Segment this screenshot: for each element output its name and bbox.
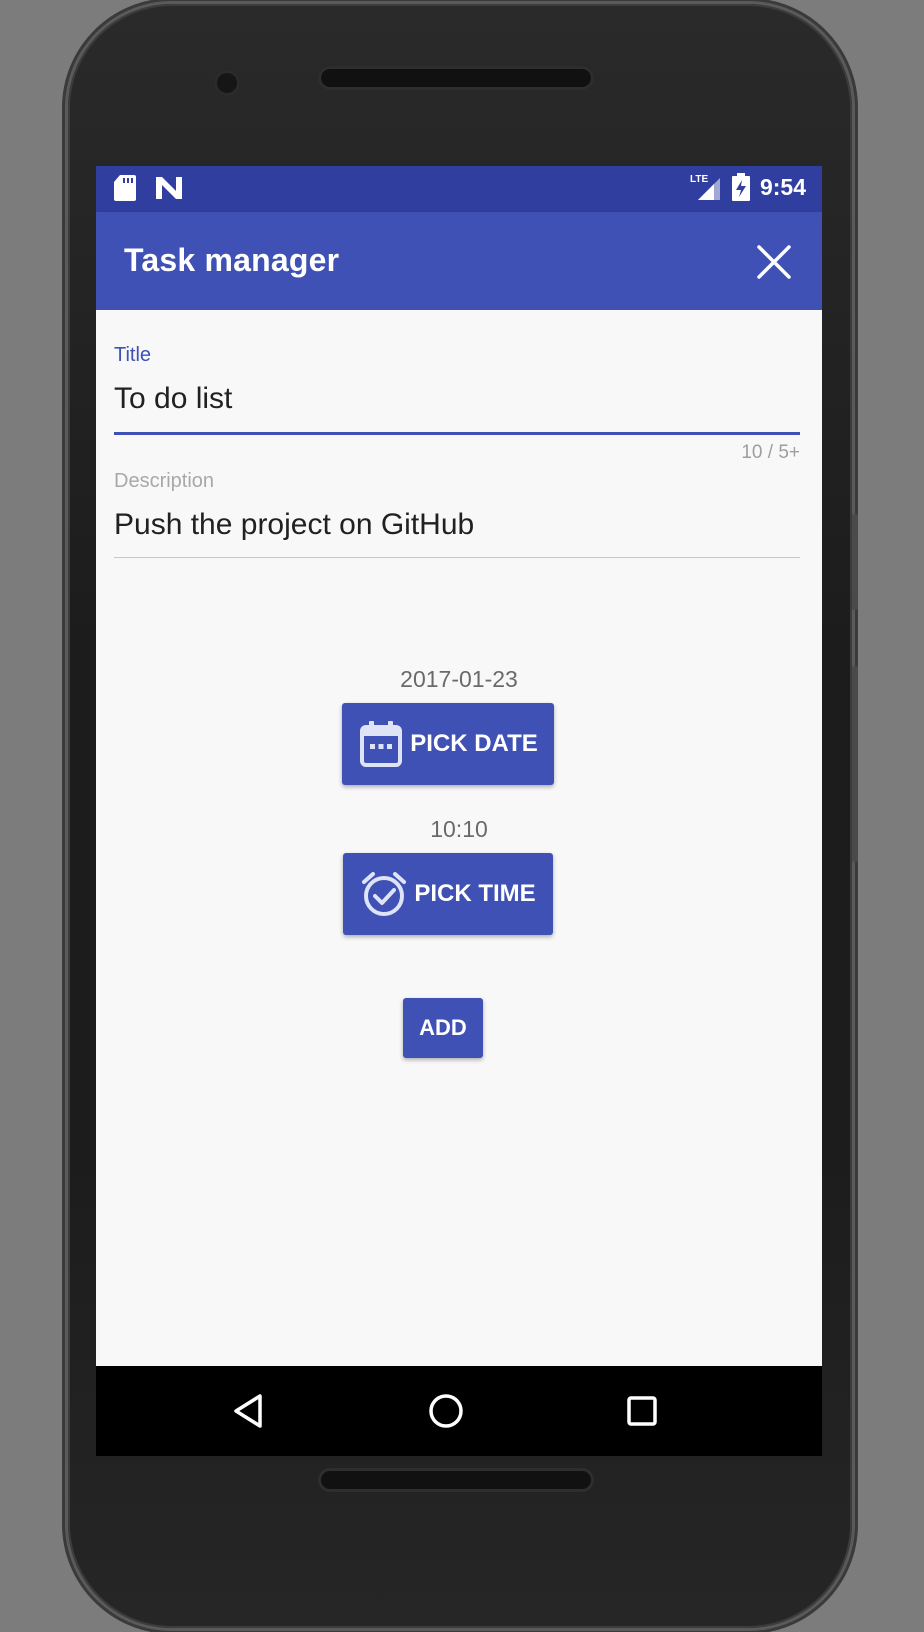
status-clock: 9:54: [759, 173, 806, 200]
phone-frame: LTE 9:54 Task manager Title To do list 1…: [68, 4, 858, 1628]
title-counter: 10 / 5+: [741, 442, 800, 463]
navigation-bar: [96, 1366, 822, 1456]
home-icon[interactable]: [426, 1391, 466, 1431]
selected-time: 10:10: [430, 816, 488, 842]
add-label: ADD: [419, 1015, 467, 1040]
close-button[interactable]: [754, 242, 794, 282]
description-underline: [114, 557, 800, 558]
description-label: Description: [114, 470, 215, 492]
status-bar: LTE 9:54: [96, 166, 822, 212]
battery-charging-icon: [731, 173, 750, 201]
pick-date-label: PICK DATE: [410, 730, 538, 757]
sd-card-icon: [114, 175, 136, 201]
n-icon: [156, 177, 182, 199]
close-icon: [757, 245, 791, 279]
calendar-icon: [360, 721, 403, 767]
svg-text:LTE: LTE: [690, 174, 708, 185]
task-form: Title To do list 10 / 5+ Description Pus…: [96, 310, 822, 1366]
power-button: [852, 666, 858, 862]
app-title: Task manager: [124, 242, 340, 278]
title-label: Title: [114, 344, 152, 366]
title-input[interactable]: To do list: [114, 382, 232, 416]
back-icon[interactable]: [230, 1391, 270, 1431]
front-camera: [214, 70, 240, 96]
recents-icon[interactable]: [622, 1391, 662, 1431]
bottom-speaker: [318, 1468, 594, 1492]
top-speaker: [318, 66, 594, 90]
volume-button: [852, 514, 858, 610]
app-bar: Task manager: [96, 212, 822, 310]
add-button[interactable]: ADD: [403, 998, 483, 1058]
lte-signal-icon: LTE: [690, 174, 720, 200]
pick-time-label: PICK TIME: [414, 880, 536, 907]
pick-date-button[interactable]: PICK DATE: [342, 703, 554, 785]
alarm-check-icon: [362, 872, 407, 916]
title-underline: [114, 432, 800, 435]
pick-time-button[interactable]: PICK TIME: [343, 853, 553, 935]
selected-date: 2017-01-23: [400, 666, 518, 692]
screen: LTE 9:54 Task manager Title To do list 1…: [96, 166, 822, 1456]
description-input[interactable]: Push the project on GitHub: [114, 508, 474, 542]
